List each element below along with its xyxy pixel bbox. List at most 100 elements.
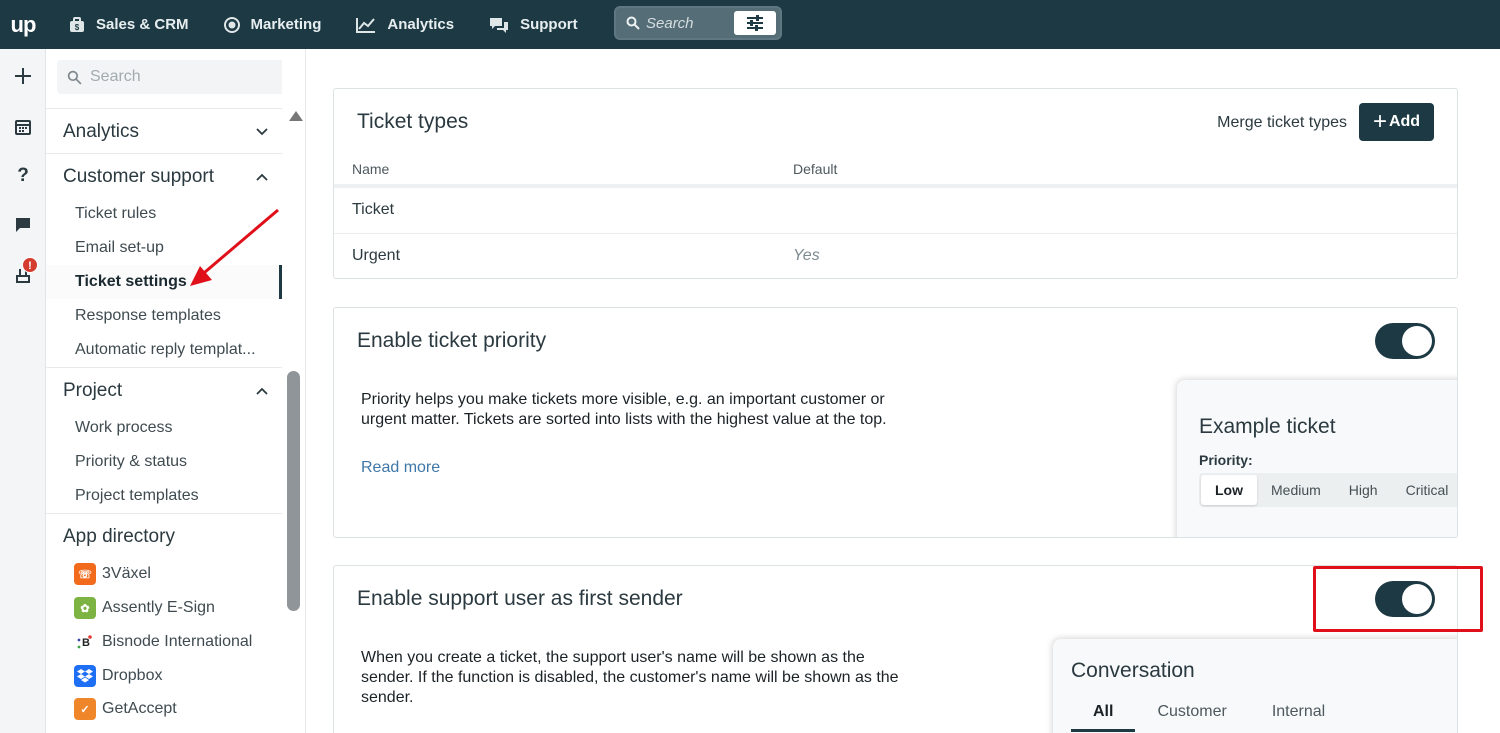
- nav-label: Sales & CRM: [96, 16, 189, 33]
- briefcase-icon: $: [70, 16, 84, 32]
- svg-text:B: B: [82, 637, 90, 649]
- nav-label: Analytics: [387, 16, 455, 33]
- app-item-assently[interactable]: ✿ Assently E-Sign: [46, 591, 282, 625]
- app-item-getaccept[interactable]: ✓ GetAccept: [46, 692, 282, 726]
- row-default: Yes: [793, 247, 820, 264]
- chart-line-icon: [356, 17, 376, 33]
- sidebar-search-input[interactable]: [90, 68, 270, 86]
- plus-icon[interactable]: [0, 67, 46, 85]
- conversation-preview: Conversation All Customer Internal: [1053, 639, 1457, 733]
- priority-option-low[interactable]: Low: [1201, 475, 1257, 505]
- ticket-types-title: Ticket types: [357, 110, 469, 133]
- nav-support[interactable]: Support: [488, 0, 578, 49]
- chat-bubbles-icon: [490, 17, 509, 33]
- nav-marketing[interactable]: Marketing: [223, 0, 322, 49]
- plus-icon: +: [1372, 108, 1387, 135]
- app-item-dropbox[interactable]: Dropbox: [46, 659, 282, 693]
- sidebar-scrollbar[interactable]: [282, 49, 306, 733]
- priority-option-medium[interactable]: Medium: [1257, 475, 1335, 505]
- example-ticket-preview: Example ticket Priority: Low Medium High…: [1177, 380, 1457, 537]
- sliders-icon: [747, 15, 763, 31]
- column-header-name[interactable]: Name: [352, 161, 389, 177]
- section-app-directory[interactable]: App directory: [46, 513, 282, 559]
- app-label: GetAccept: [102, 700, 177, 717]
- app-item-3vaxel[interactable]: ☏ 3Växel: [46, 557, 282, 591]
- row-name: Ticket: [352, 201, 395, 218]
- sidebar-item-work-process[interactable]: Work process: [46, 411, 282, 445]
- section-analytics[interactable]: Analytics: [46, 108, 282, 154]
- alert-badge: !: [22, 257, 38, 273]
- left-rail: ? !: [0, 49, 46, 733]
- first-sender-card: Enable support user as first sender When…: [333, 565, 1458, 733]
- row-name: Urgent: [352, 247, 401, 264]
- search-icon: [626, 16, 640, 30]
- target-icon: [223, 16, 240, 33]
- section-label: Analytics: [63, 120, 140, 142]
- sidebar-item-project-templates[interactable]: Project templates: [46, 479, 282, 513]
- conversation-title: Conversation: [1071, 659, 1195, 682]
- annotation-arrow: [190, 208, 279, 286]
- svg-text:$: $: [75, 23, 80, 32]
- table-row[interactable]: Urgent Yes: [334, 234, 1457, 278]
- chevron-down-icon: [256, 127, 268, 135]
- search-filter-button[interactable]: [734, 11, 776, 35]
- app-logo[interactable]: up: [0, 12, 46, 38]
- help-icon[interactable]: ?: [0, 165, 46, 187]
- search-icon: [67, 70, 82, 85]
- app-label: 3Växel: [102, 565, 151, 582]
- app-label: Assently E-Sign: [102, 599, 215, 616]
- sidebar-item-priority-status[interactable]: Priority & status: [46, 445, 282, 479]
- ticket-priority-description: Priority helps you make tickets more vis…: [361, 391, 887, 428]
- example-ticket-title: Example ticket: [1199, 415, 1336, 438]
- nav-sales-crm[interactable]: $ Sales & CRM: [68, 0, 189, 49]
- app-item-bisnode[interactable]: B Bisnode International: [46, 625, 282, 659]
- priority-segmented-control: Low Medium High Critical: [1199, 473, 1457, 507]
- ticket-types-card: Ticket types Merge ticket types + Add Na…: [333, 88, 1458, 279]
- priority-option-critical[interactable]: Critical: [1392, 475, 1457, 505]
- ticket-priority-toggle[interactable]: [1375, 323, 1435, 359]
- notifications-icon[interactable]: !: [0, 257, 46, 287]
- section-label: Project: [63, 379, 123, 401]
- dropbox-logo-icon: [74, 665, 96, 687]
- tab-all[interactable]: All: [1071, 699, 1136, 732]
- settings-sidebar: Analytics Customer support Ticket rules …: [46, 49, 294, 733]
- top-navigation-bar: up $ Sales & CRM Marketing Analytics Sup…: [0, 0, 1500, 49]
- add-ticket-type-button[interactable]: + Add: [1359, 103, 1434, 141]
- section-customer-support[interactable]: Customer support: [46, 153, 282, 199]
- tab-internal[interactable]: Internal: [1272, 699, 1325, 732]
- tab-customer[interactable]: Customer: [1157, 699, 1226, 732]
- assently-logo-icon: ✿: [74, 597, 96, 619]
- section-project[interactable]: Project: [46, 367, 282, 413]
- merge-ticket-types-button[interactable]: Merge ticket types: [1217, 114, 1347, 132]
- column-header-default[interactable]: Default: [793, 161, 837, 177]
- calendar-icon[interactable]: [0, 118, 46, 136]
- getaccept-logo-icon: ✓: [74, 698, 96, 720]
- priority-label: Priority:: [1199, 452, 1253, 468]
- ticket-priority-title: Enable ticket priority: [357, 329, 547, 352]
- section-label: App directory: [63, 525, 175, 547]
- annotation-highlight-box: [1313, 566, 1483, 632]
- app-label: Dropbox: [102, 667, 163, 684]
- nav-analytics[interactable]: Analytics: [355, 0, 454, 49]
- read-more-link[interactable]: Read more: [361, 459, 440, 477]
- chat-icon[interactable]: [0, 217, 46, 233]
- table-row[interactable]: Ticket: [334, 188, 1457, 234]
- conversation-tabs: All Customer Internal: [1071, 699, 1370, 732]
- sidebar-item-response-templates[interactable]: Response templates: [46, 299, 282, 333]
- scroll-thumb[interactable]: [287, 371, 300, 611]
- global-search-input[interactable]: [646, 14, 736, 32]
- chevron-up-icon: [256, 173, 268, 181]
- app-label: Bisnode International: [102, 633, 253, 650]
- toggle-knob: [1402, 326, 1432, 356]
- first-sender-title: Enable support user as first sender: [357, 587, 683, 610]
- sidebar-search[interactable]: [57, 60, 294, 94]
- 3vaxel-logo-icon: ☏: [74, 563, 96, 585]
- scroll-up-arrow[interactable]: [289, 111, 303, 121]
- section-label: Customer support: [63, 165, 215, 187]
- sidebar-item-automatic-reply-templates[interactable]: Automatic reply templat...: [46, 333, 282, 367]
- add-label: Add: [1388, 113, 1421, 130]
- priority-option-high[interactable]: High: [1335, 475, 1392, 505]
- nav-label: Marketing: [250, 16, 322, 33]
- ticket-priority-card: Enable ticket priority Priority helps yo…: [333, 307, 1458, 538]
- global-search[interactable]: [614, 6, 782, 40]
